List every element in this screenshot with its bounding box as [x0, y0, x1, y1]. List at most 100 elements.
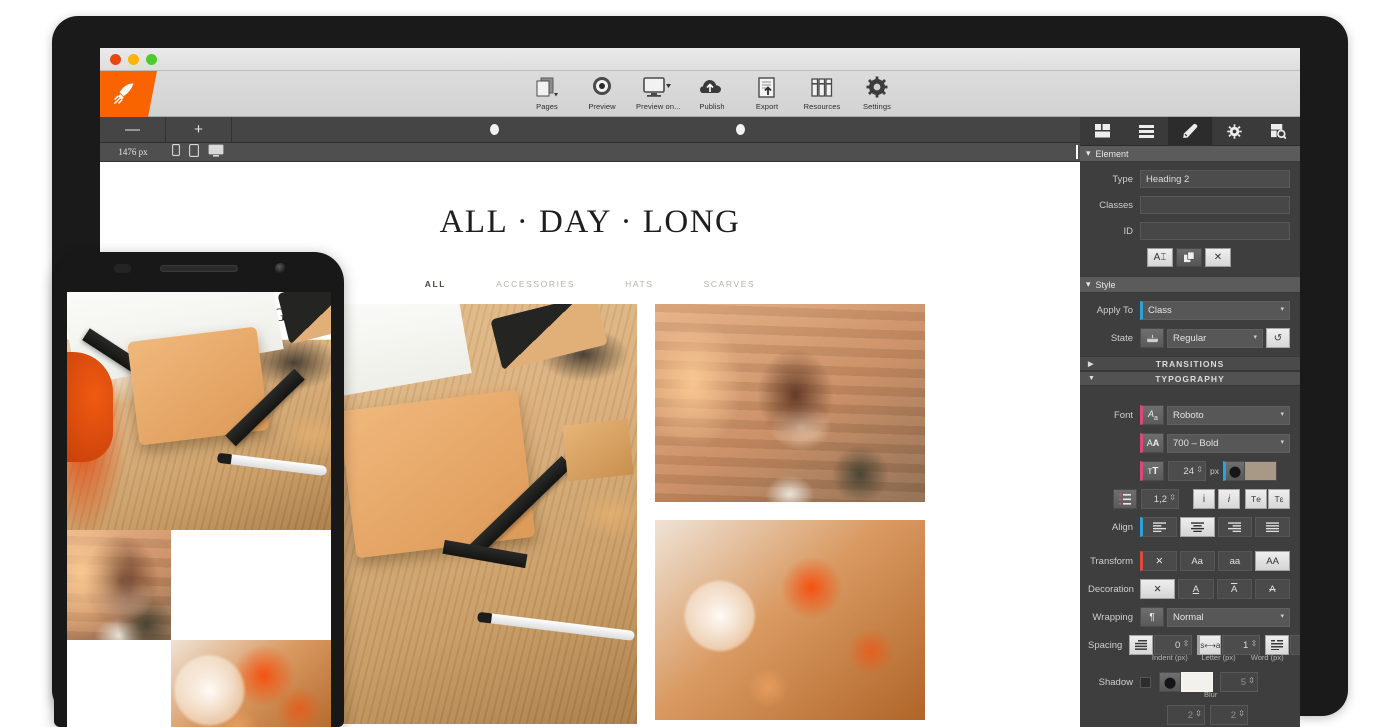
- gallery-image-portrait[interactable]: [655, 304, 925, 502]
- toolbar-item-preview-on[interactable]: Preview on...: [636, 76, 681, 111]
- tablet-icon[interactable]: [189, 144, 199, 160]
- align-right-icon[interactable]: [1217, 517, 1253, 537]
- site-nav-item-accessories[interactable]: ACCESSORIES: [496, 279, 575, 289]
- capitalize-icon[interactable]: Aa: [1179, 551, 1215, 571]
- normal-caps-icon[interactable]: Tε: [1268, 489, 1290, 509]
- toolbar-label: Publish: [699, 102, 725, 111]
- panel-tab-inspect[interactable]: [1256, 117, 1300, 145]
- photo-detail-pen: [226, 453, 328, 477]
- site-nav-item-all[interactable]: ALL: [425, 279, 446, 289]
- wrapping-select[interactable]: Normal: [1167, 607, 1290, 627]
- indent-input[interactable]: 0: [1154, 635, 1193, 655]
- word-spacing-icon[interactable]: [1265, 635, 1290, 655]
- panel-tab-content[interactable]: [1124, 117, 1168, 145]
- element-type-input[interactable]: Heading 2: [1140, 170, 1290, 188]
- duplicate-icon[interactable]: [1176, 248, 1202, 267]
- desktop-icon[interactable]: [208, 144, 224, 160]
- state-select[interactable]: Regular: [1167, 328, 1263, 348]
- font-family-select[interactable]: Roboto: [1167, 405, 1290, 425]
- font-family-icon[interactable]: Aa: [1140, 405, 1164, 425]
- element-id-input[interactable]: [1140, 222, 1290, 240]
- uppercase-icon[interactable]: AA: [1255, 551, 1290, 571]
- indent-icon[interactable]: [1129, 635, 1154, 655]
- transitions-bar[interactable]: ▶ TRANSITIONS: [1080, 356, 1300, 371]
- phone-icon[interactable]: [172, 144, 180, 160]
- breakpoint-marker[interactable]: [490, 124, 499, 135]
- panel-tab-style[interactable]: [1168, 117, 1212, 145]
- align-left-icon[interactable]: [1140, 517, 1177, 537]
- overline-icon[interactable]: A: [1216, 579, 1252, 599]
- letter-spacing-icon[interactable]: s⟷a: [1197, 635, 1222, 655]
- font-size-input[interactable]: 24: [1168, 461, 1206, 481]
- toolbar-item-pages[interactable]: Pages: [526, 76, 568, 111]
- minimize-window-button[interactable]: [128, 54, 139, 65]
- word-spacing-input[interactable]: 0: [1290, 635, 1300, 655]
- underline-icon[interactable]: A: [1178, 579, 1214, 599]
- typography-bar[interactable]: ▼ TYPOGRAPHY: [1080, 371, 1300, 386]
- apply-to-select[interactable]: Class: [1140, 301, 1290, 320]
- toolbar-item-preview[interactable]: Preview: [581, 76, 623, 111]
- mouse-icon[interactable]: [1140, 328, 1164, 348]
- toolbar-item-resources[interactable]: Resources: [801, 76, 843, 111]
- close-window-button[interactable]: [110, 54, 121, 65]
- horizontal-ruler[interactable]: [224, 143, 1080, 161]
- element-section-header[interactable]: ▾ Element: [1080, 146, 1300, 162]
- gallery-image-bokeh[interactable]: [655, 520, 925, 720]
- toolbar-item-settings[interactable]: Settings: [856, 76, 898, 111]
- color-drop-icon[interactable]: ⬤: [1222, 461, 1245, 481]
- panel-tab-settings[interactable]: [1212, 117, 1256, 145]
- letter-spacing-input[interactable]: 1: [1222, 635, 1261, 655]
- zoom-out-button[interactable]: —: [100, 117, 166, 142]
- site-nav-item-hats[interactable]: HATS: [625, 279, 653, 289]
- font-color-swatch[interactable]: [1244, 461, 1277, 481]
- shadow-label: Shadow: [1098, 676, 1133, 688]
- element-section-body: Type Heading 2 Classes ID A⌶ ✕: [1080, 162, 1300, 277]
- toolbar-item-publish[interactable]: Publish: [691, 76, 733, 111]
- app-logo[interactable]: [100, 70, 157, 117]
- font-weight-icon[interactable]: AA: [1140, 433, 1164, 453]
- state-label: State: [1110, 332, 1133, 344]
- toolbar-label: Export: [755, 102, 779, 111]
- font-color-picker[interactable]: ⬤: [1222, 461, 1277, 481]
- shadow-offset-y-input[interactable]: 2: [1210, 705, 1248, 725]
- style-section-header[interactable]: ▾ Style: [1080, 277, 1300, 293]
- align-justify-icon[interactable]: [1255, 517, 1290, 537]
- maximize-window-button[interactable]: [146, 54, 157, 65]
- phone-gallery-image-bokeh[interactable]: [171, 640, 331, 727]
- toolbar-item-export[interactable]: Export: [746, 76, 788, 111]
- lowercase-icon[interactable]: aa: [1217, 551, 1253, 571]
- shadow-color-swatch[interactable]: [1181, 672, 1213, 692]
- panel-tab-layout[interactable]: [1080, 117, 1124, 145]
- apply-to-row: Apply To Class: [1088, 301, 1290, 320]
- align-center-icon[interactable]: [1179, 517, 1215, 537]
- italic-off-icon[interactable]: i: [1193, 489, 1215, 509]
- small-caps-icon[interactable]: Tе: [1245, 489, 1267, 509]
- breakpoint-track[interactable]: [232, 117, 1080, 142]
- shadow-blur-input[interactable]: 5: [1220, 672, 1258, 692]
- zoom-in-button[interactable]: +: [166, 117, 232, 142]
- reset-refresh-icon[interactable]: ↺: [1266, 328, 1290, 348]
- paragraph-pilcrow-icon[interactable]: ¶: [1140, 607, 1164, 627]
- text-cursor-icon[interactable]: A⌶: [1147, 248, 1173, 267]
- decoration-none-icon[interactable]: ✕: [1140, 579, 1176, 599]
- shadow-offset-x-input[interactable]: 2: [1167, 705, 1205, 725]
- italic-on-icon[interactable]: i: [1218, 489, 1240, 509]
- line-height-input[interactable]: 1,2: [1141, 489, 1179, 509]
- line-height-icon[interactable]: [1113, 489, 1137, 509]
- font-size-icon[interactable]: ᴛT: [1140, 461, 1164, 481]
- site-nav-item-scarves[interactable]: SCARVES: [704, 279, 756, 289]
- strikethrough-icon[interactable]: A: [1254, 579, 1290, 599]
- font-weight-select[interactable]: 700 – Bold: [1167, 433, 1290, 453]
- shadow-offset-row: 2 2: [1088, 705, 1290, 725]
- color-drop-icon[interactable]: ⬤: [1159, 672, 1181, 692]
- photo-detail-notebook: [338, 389, 536, 559]
- phone-gallery-image-desk[interactable]: [67, 292, 331, 530]
- transform-none-icon[interactable]: ✕: [1140, 551, 1177, 571]
- shadow-color-picker[interactable]: ⬤: [1159, 672, 1213, 692]
- breakpoint-marker[interactable]: [736, 124, 745, 135]
- phone-gallery-image-portrait[interactable]: [67, 530, 171, 640]
- shadow-toggle-icon[interactable]: [1140, 676, 1151, 688]
- element-classes-input[interactable]: [1140, 196, 1290, 214]
- toolbar-label: Pages: [536, 102, 558, 111]
- close-icon[interactable]: ✕: [1205, 248, 1231, 267]
